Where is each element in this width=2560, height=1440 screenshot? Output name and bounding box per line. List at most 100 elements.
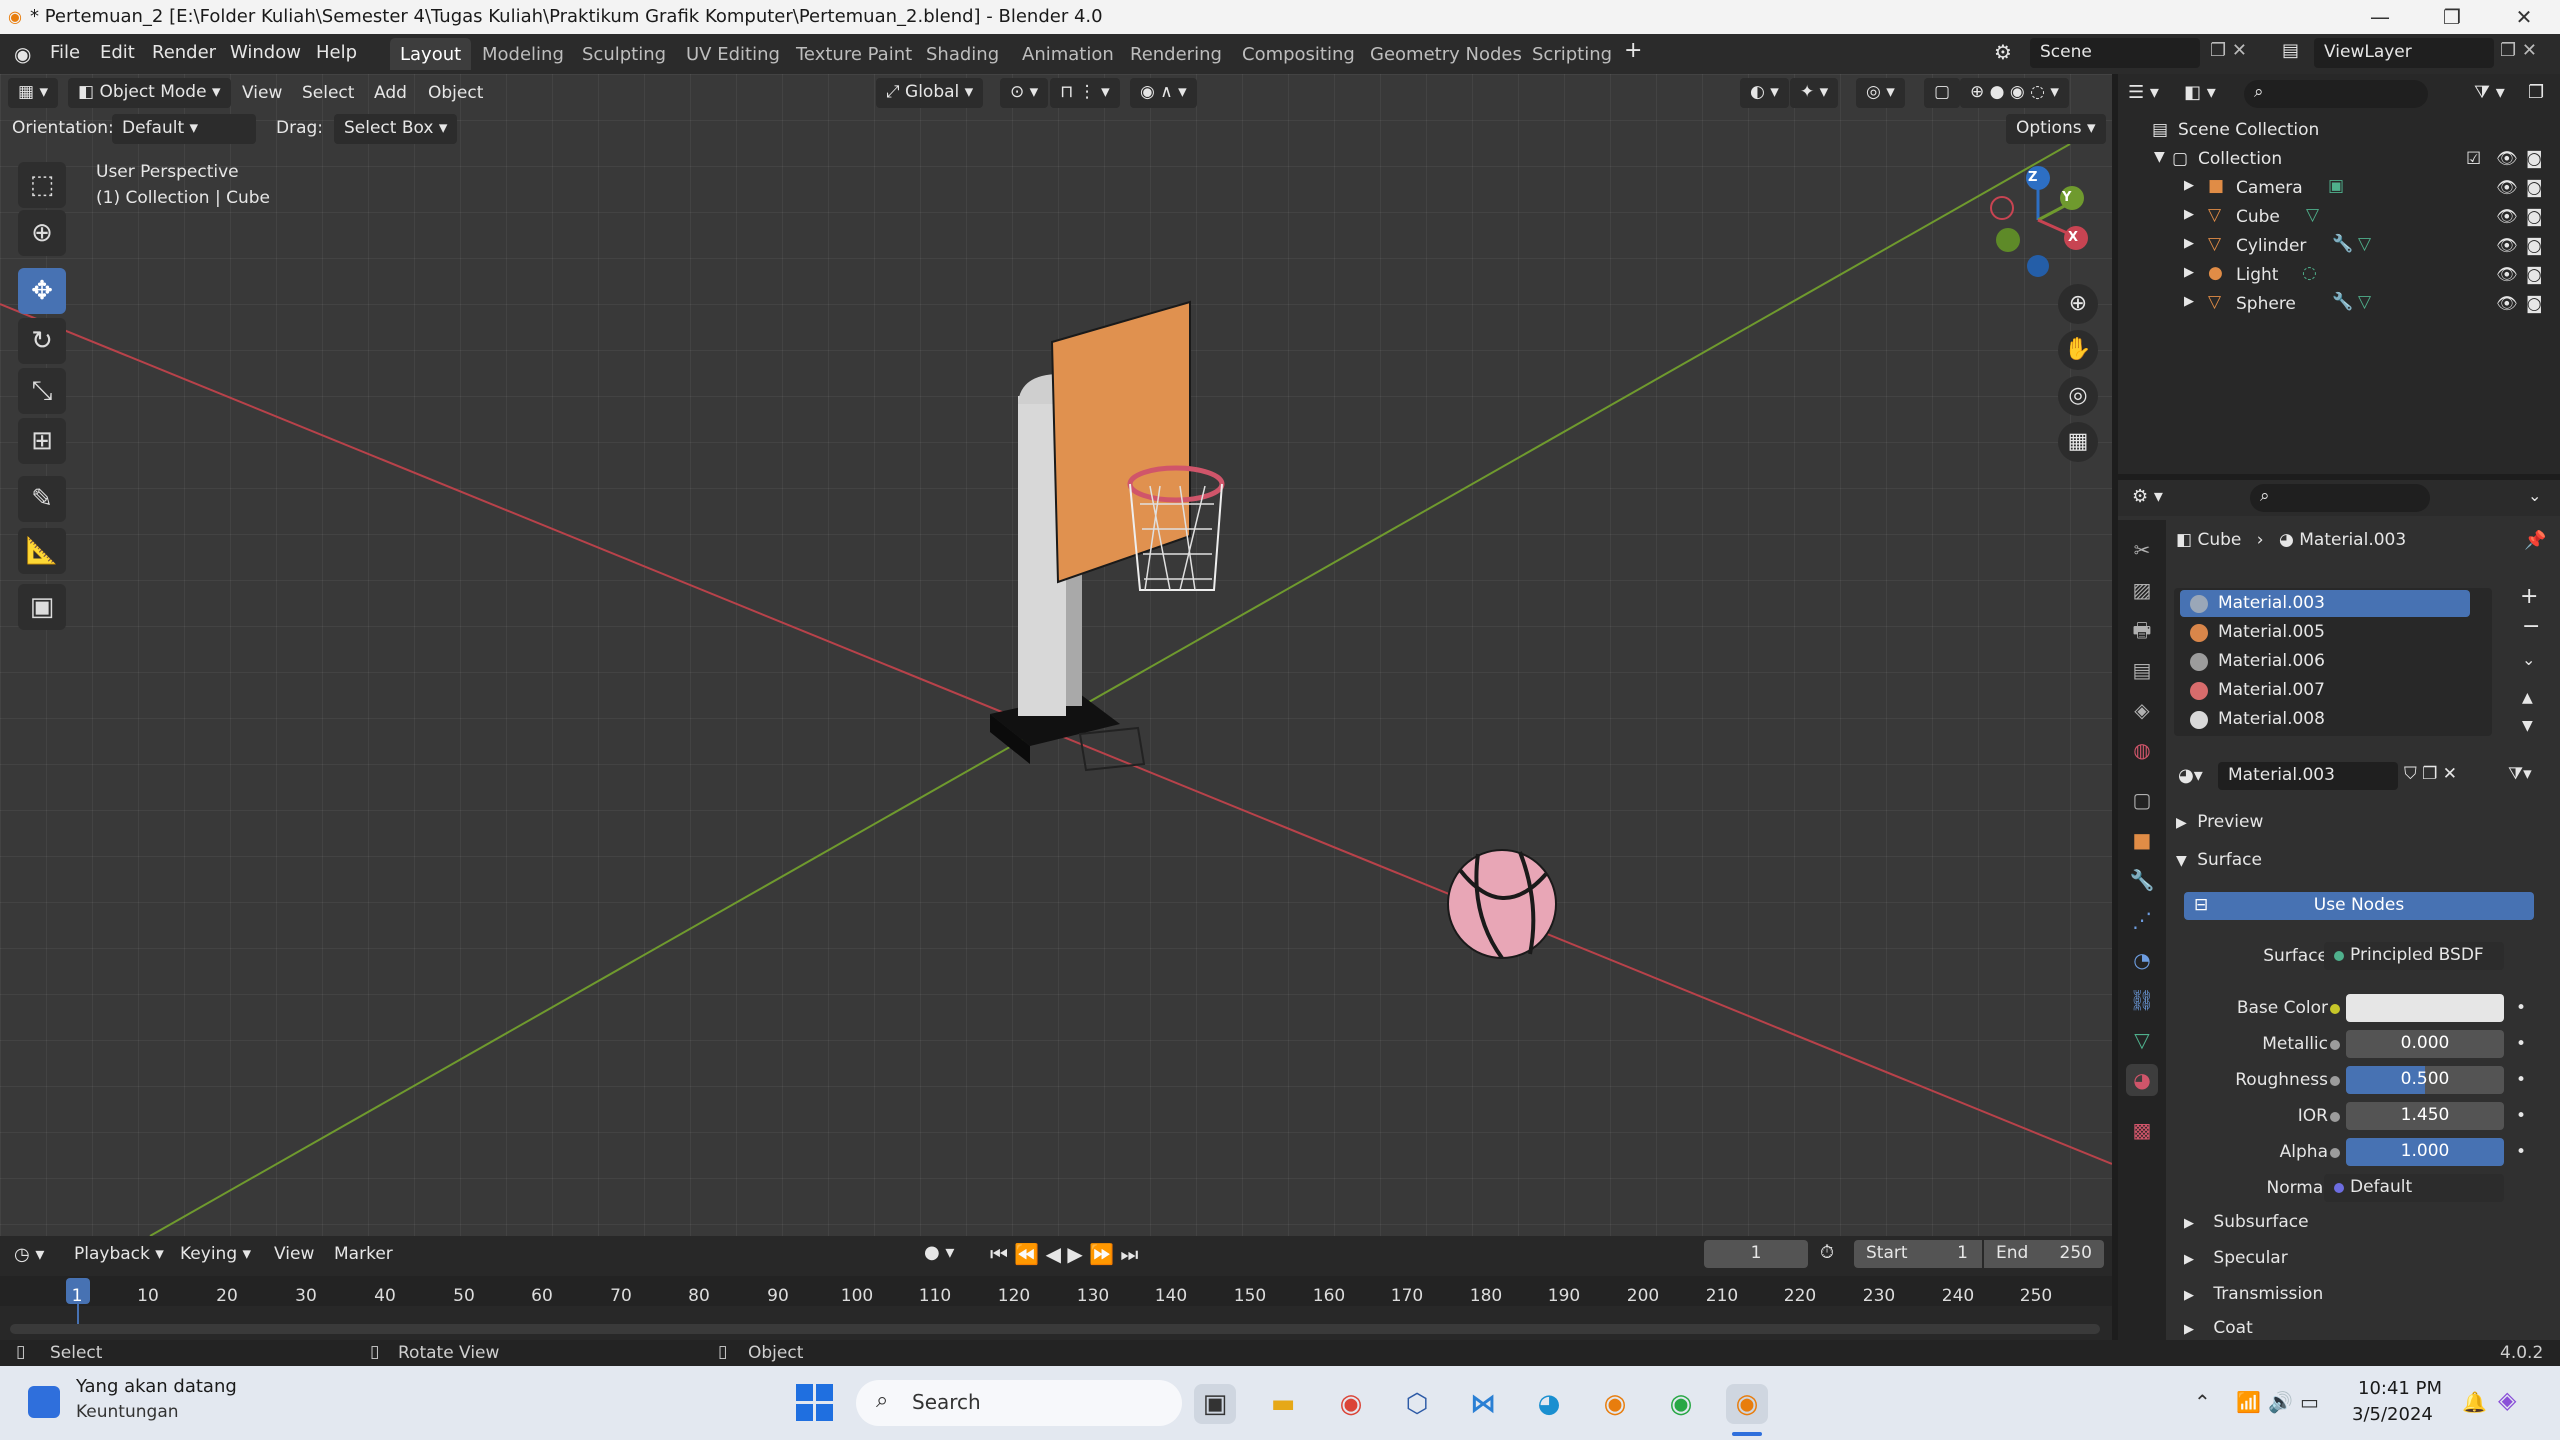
battery-icon[interactable]: ▭	[2300, 1390, 2319, 1414]
move-tool-icon[interactable]: ✥	[18, 268, 66, 314]
chrome-profile-icon[interactable]: ◉	[1660, 1384, 1702, 1424]
maximize-button[interactable]: ❐	[2424, 2, 2480, 32]
base-color-swatch[interactable]	[2346, 994, 2504, 1022]
menu-edit[interactable]: Edit	[100, 42, 135, 63]
link-data-icon[interactable]: ⧩▾	[2508, 764, 2532, 784]
cursor-tool-icon[interactable]: ⊕	[18, 210, 66, 256]
subsurface-panel-header[interactable]: ▶ Subsurface	[2184, 1212, 2309, 1232]
measure-tool-icon[interactable]: 📐	[18, 528, 66, 574]
minimize-button[interactable]: —	[2352, 2, 2408, 32]
select-box-tool-icon[interactable]: ⬚	[18, 162, 66, 208]
expand-arrow-icon[interactable]: ▶	[2184, 265, 2194, 280]
add-workspace-icon[interactable]: +	[1624, 38, 1642, 63]
menu-file[interactable]: File	[50, 42, 80, 63]
tab-scripting[interactable]: Scripting	[1522, 38, 1622, 70]
outliner-item-cube[interactable]: ▶ ▽ Cube ▽ 👁 ◙	[2118, 203, 2560, 232]
scale-tool-icon[interactable]: ⤡	[18, 368, 66, 414]
options-chevron-icon[interactable]: ⌄	[2528, 486, 2541, 505]
xray-icon[interactable]: ▢	[1924, 78, 1961, 108]
blender-taskbar-icon[interactable]: ◉	[1594, 1384, 1636, 1424]
tray-chevron-icon[interactable]: ⌃	[2194, 1390, 2211, 1414]
outliner-scene-collection[interactable]: ▤ Scene Collection	[2118, 116, 2560, 145]
keyframe-dot-icon[interactable]: •	[2516, 1034, 2526, 1054]
menu-timeline-view[interactable]: View	[274, 1244, 314, 1264]
editor-type-icon[interactable]: ▦ ▾	[8, 78, 58, 108]
taskbar-search-input[interactable]: ⌕ Search	[856, 1380, 1182, 1426]
material-slot[interactable]: Material.006	[2180, 648, 2470, 675]
copilot-icon[interactable]: ◈	[2498, 1386, 2516, 1414]
eye-icon[interactable]: 👁	[2496, 265, 2518, 285]
preview-panel-header[interactable]: ▶ Preview	[2176, 812, 2552, 838]
alpha-field[interactable]: 1.000	[2346, 1138, 2504, 1166]
transform-orientation-selector[interactable]: ⤢ Global ▾	[876, 78, 984, 108]
eye-icon[interactable]: 👁	[2496, 236, 2518, 256]
menu-view[interactable]: View	[242, 83, 282, 103]
constraints-tab-icon[interactable]: ⛓	[2126, 984, 2158, 1016]
slot-specials-icon[interactable]: ⌄	[2522, 650, 2535, 669]
expand-arrow-icon[interactable]: ▶	[2184, 294, 2194, 309]
tab-geometry-nodes[interactable]: Geometry Nodes	[1360, 38, 1532, 70]
start-frame-field[interactable]: Start 1	[1854, 1240, 1982, 1268]
vscode-icon[interactable]: ⋈	[1462, 1384, 1504, 1424]
gizmo-y-label[interactable]: Y	[2062, 190, 2071, 205]
add-slot-icon[interactable]: +	[2520, 584, 2538, 609]
menu-render[interactable]: Render	[152, 42, 216, 63]
new-view-layer-icon[interactable]: ❐ ✕	[2500, 40, 2537, 61]
transmission-panel-header[interactable]: ▶ Transmission	[2184, 1284, 2323, 1304]
object-tab-icon[interactable]: ■	[2126, 824, 2158, 856]
camera-view-icon[interactable]: ◎	[2058, 376, 2098, 416]
tab-animation[interactable]: Animation	[1012, 38, 1124, 70]
properties-editor-icon[interactable]: ⚙ ▾	[2132, 486, 2163, 507]
orientation-selector[interactable]: Default ▾	[112, 114, 256, 144]
pin-icon[interactable]: 📌	[2524, 530, 2546, 551]
expand-arrow-icon[interactable]: ▼	[2154, 149, 2165, 165]
material-slot[interactable]: Material.003	[2180, 590, 2470, 617]
keyframe-dot-icon[interactable]: •	[2516, 1070, 2526, 1090]
tab-sculpting[interactable]: Sculpting	[572, 38, 676, 70]
new-collection-icon[interactable]: ❐	[2528, 82, 2544, 103]
overlay-icon[interactable]: ◎ ▾	[1856, 78, 1905, 108]
expand-arrow-icon[interactable]: ▶	[2184, 178, 2194, 193]
render-camera-icon[interactable]: ◙	[2526, 265, 2543, 285]
chrome-icon[interactable]: ◉	[1330, 1384, 1372, 1424]
keyframe-dot-icon[interactable]: •	[2516, 1142, 2526, 1162]
snap-icon[interactable]: ⊓ ⋮ ▾	[1050, 78, 1120, 108]
notification-bell-icon[interactable]: 🔔	[2462, 1390, 2487, 1414]
options-dropdown[interactable]: Options ▾	[2006, 114, 2106, 144]
tab-texture-paint[interactable]: Texture Paint	[786, 38, 922, 70]
modifier-tab-icon[interactable]: 🔧	[2126, 864, 2158, 896]
tab-shading[interactable]: Shading	[916, 38, 1009, 70]
surface-panel-header[interactable]: ▼ Surface	[2176, 850, 2552, 876]
ortho-grid-icon[interactable]: ▦	[2058, 422, 2098, 462]
keyframe-dot-icon[interactable]: •	[2516, 998, 2526, 1018]
collection-tab-icon[interactable]: ▢	[2126, 784, 2158, 816]
render-camera-icon[interactable]: ◙	[2526, 294, 2543, 314]
render-tab-icon[interactable]: ▨	[2126, 574, 2158, 606]
properties-search-input[interactable]: ⌕	[2250, 484, 2430, 512]
keyframe-dot-icon[interactable]: •	[2516, 1106, 2526, 1126]
ior-field[interactable]: 1.450	[2346, 1102, 2504, 1130]
move-up-icon[interactable]: ▲	[2522, 690, 2533, 706]
expand-arrow-icon[interactable]: ▶	[2184, 207, 2194, 222]
outliner-search-input[interactable]: ⌕	[2244, 80, 2428, 108]
outliner-item-cylinder[interactable]: ▶ ▽ Cylinder 🔧 ▽ 👁 ◙	[2118, 232, 2560, 261]
virtualbox-icon[interactable]: ⬡	[1396, 1384, 1438, 1424]
menu-window[interactable]: Window	[230, 42, 301, 63]
world-tab-icon[interactable]: ◍	[2126, 734, 2158, 766]
annotate-tool-icon[interactable]: ✎	[18, 476, 66, 522]
texture-tab-icon[interactable]: ▩	[2126, 1114, 2158, 1146]
outliner-item-camera[interactable]: ▶ ■ Camera ▣ 👁 ◙	[2118, 174, 2560, 203]
filter-icon[interactable]: ⧩ ▾	[2474, 82, 2505, 103]
remove-slot-icon[interactable]: −	[2522, 614, 2540, 639]
clock-time[interactable]: 10:41 PM	[2358, 1378, 2442, 1399]
timeline-editor-icon[interactable]: ◷ ▾	[14, 1244, 44, 1265]
normal-selector[interactable]: Default	[2324, 1174, 2504, 1202]
weather-title[interactable]: Yang akan datang	[76, 1376, 237, 1397]
surface-shader-selector[interactable]: Principled BSDF	[2324, 942, 2504, 970]
gizmo-z-label[interactable]: Z	[2028, 170, 2037, 185]
menu-add[interactable]: Add	[374, 83, 407, 103]
tab-uv-editing[interactable]: UV Editing	[676, 38, 790, 70]
menu-marker[interactable]: Marker	[334, 1244, 393, 1264]
render-camera-icon[interactable]: ◙	[2526, 236, 2543, 256]
pivot-point-icon[interactable]: ⊙ ▾	[1000, 78, 1049, 108]
